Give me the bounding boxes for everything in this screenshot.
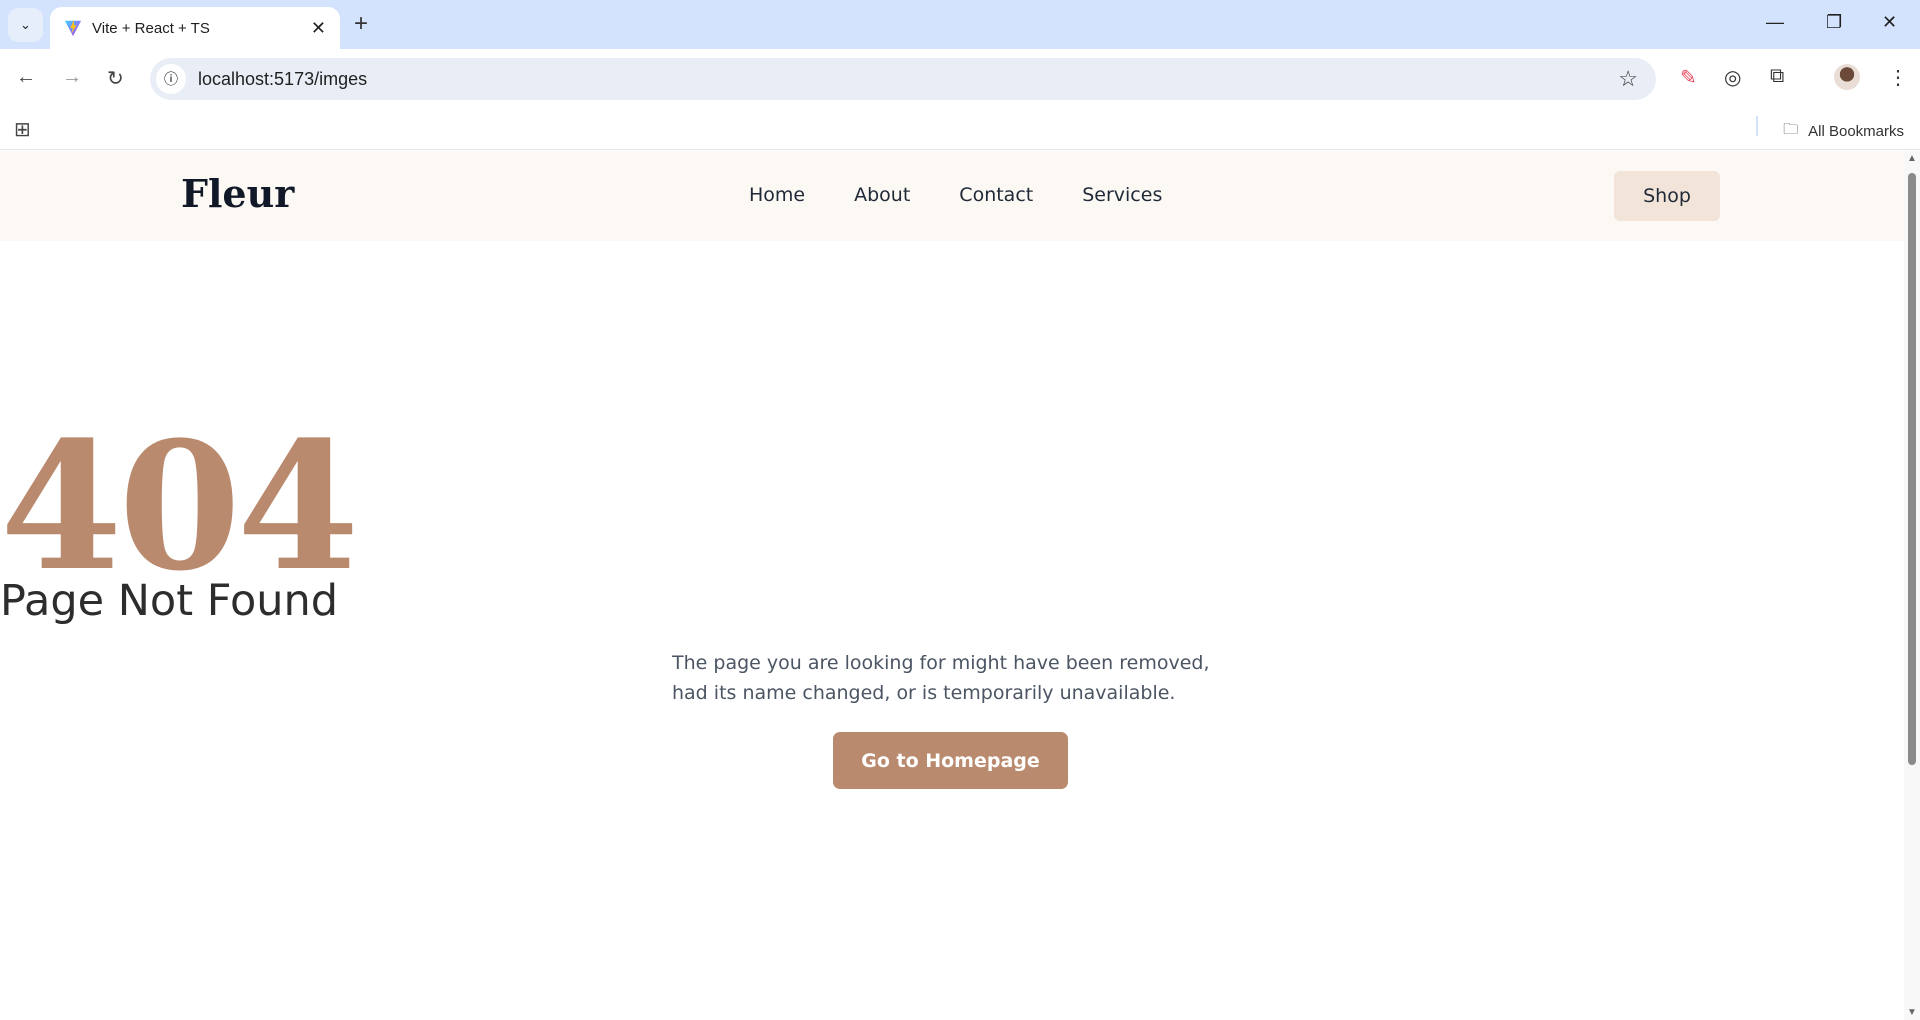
main-nav: Home About Contact Services bbox=[749, 184, 1162, 206]
scroll-up-icon[interactable]: ▲ bbox=[1907, 153, 1917, 164]
reload-icon[interactable]: ↻ bbox=[107, 66, 124, 91]
site-logo[interactable]: Fleur bbox=[181, 171, 294, 216]
tab-strip: ⌄ Vite + React + TS ✕ + — ❐ ✕ bbox=[0, 0, 1920, 49]
error-code: 404 bbox=[0, 403, 359, 610]
url-text[interactable]: localhost:5173/imges bbox=[198, 69, 1618, 90]
restore-icon[interactable]: ❐ bbox=[1826, 12, 1842, 33]
scroll-down-icon[interactable]: ▼ bbox=[1907, 1007, 1917, 1018]
browser-toolbar: ← → ↻ ⓘ localhost:5173/imges ☆ ✎ ◎ ⧉ ⋮ bbox=[0, 49, 1920, 108]
bookmarks-bar: ⊞ 🗀 All Bookmarks bbox=[0, 108, 1920, 150]
scrollbar[interactable]: ▲ ▼ bbox=[1904, 151, 1920, 1020]
nav-contact[interactable]: Contact bbox=[959, 184, 1033, 206]
nav-services[interactable]: Services bbox=[1082, 184, 1162, 206]
close-icon[interactable]: ✕ bbox=[311, 18, 326, 39]
shop-button[interactable]: Shop bbox=[1614, 171, 1720, 221]
tab-search-icon[interactable]: ⌄ bbox=[8, 8, 43, 42]
back-icon[interactable]: ← bbox=[16, 66, 36, 89]
forward-icon[interactable]: → bbox=[62, 66, 82, 89]
tab-title: Vite + React + TS bbox=[92, 19, 210, 37]
profile-avatar[interactable] bbox=[1834, 64, 1860, 90]
scrollbar-thumb[interactable] bbox=[1908, 173, 1916, 765]
plus-icon[interactable]: + bbox=[354, 10, 368, 38]
star-icon[interactable]: ☆ bbox=[1618, 66, 1638, 92]
all-bookmarks-button[interactable]: 🗀 All Bookmarks bbox=[1783, 119, 1904, 144]
apps-grid-icon[interactable]: ⊞ bbox=[14, 117, 31, 142]
all-bookmarks-label: All Bookmarks bbox=[1808, 123, 1904, 140]
error-message: The page you are looking for might have … bbox=[672, 652, 1210, 704]
more-menu-icon[interactable]: ⋮ bbox=[1888, 65, 1908, 90]
window-close-icon[interactable]: ✕ bbox=[1882, 12, 1897, 33]
go-to-homepage-button[interactable]: Go to Homepage bbox=[833, 732, 1068, 789]
eyedropper-extension-icon[interactable]: ✎ bbox=[1680, 65, 1697, 90]
nav-home[interactable]: Home bbox=[749, 184, 805, 206]
json-extension-icon[interactable]: ◎ bbox=[1724, 65, 1741, 90]
minimize-icon[interactable]: — bbox=[1766, 12, 1784, 33]
page-title: Page Not Found bbox=[0, 576, 339, 626]
divider bbox=[1756, 116, 1758, 136]
site-header: Fleur Home About Contact Services Shop bbox=[0, 151, 1904, 241]
vite-logo-icon bbox=[64, 19, 82, 37]
page-content: Fleur Home About Contact Services Shop 4… bbox=[0, 151, 1904, 1020]
info-icon[interactable]: ⓘ bbox=[156, 64, 186, 94]
extensions-puzzle-icon[interactable]: ⧉ bbox=[1770, 65, 1784, 88]
browser-tab[interactable]: Vite + React + TS ✕ bbox=[50, 7, 340, 49]
address-bar[interactable]: ⓘ localhost:5173/imges ☆ bbox=[150, 58, 1656, 100]
folder-icon: 🗀 bbox=[1783, 121, 1799, 138]
nav-about[interactable]: About bbox=[854, 184, 910, 206]
